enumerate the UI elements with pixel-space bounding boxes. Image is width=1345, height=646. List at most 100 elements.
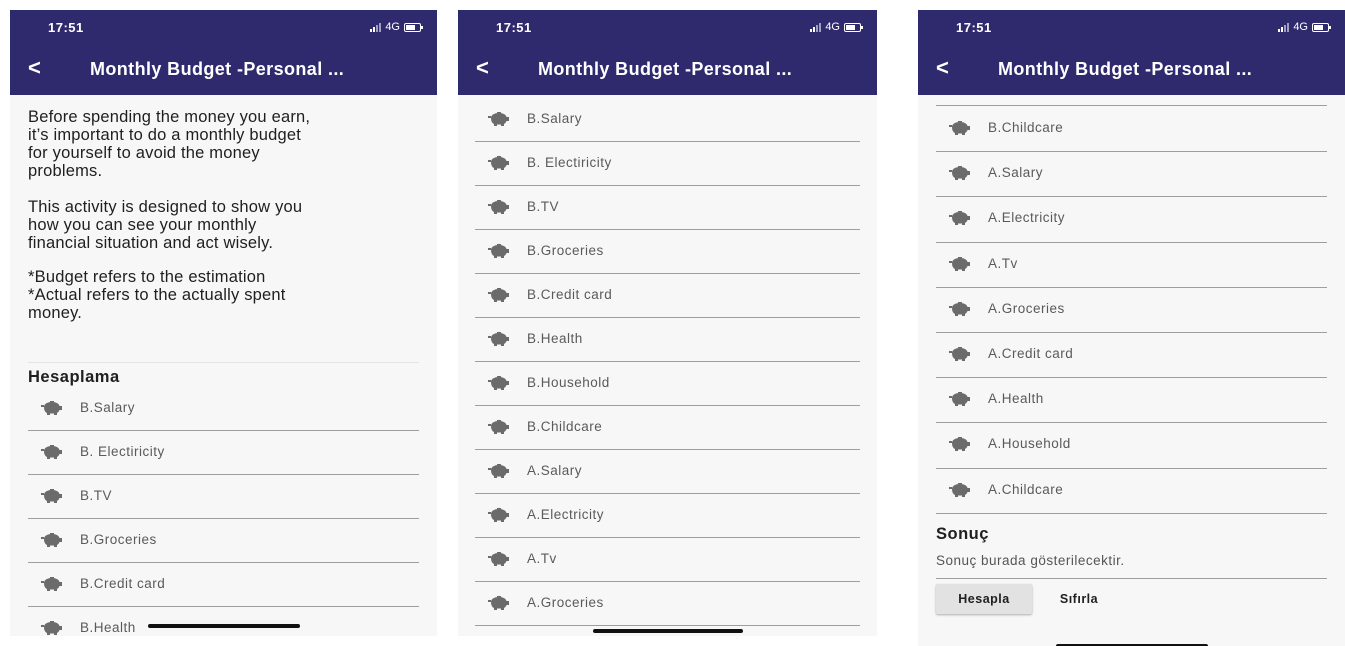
result-text: Sonuç burada gösterilecektir. [936,553,1125,568]
list-item[interactable]: A.Electricity [936,196,1327,243]
list-item-label: B.Household [527,375,610,390]
content-area[interactable]: Before spending the money you earn, it’s… [10,95,437,636]
back-arrow-icon[interactable]: < [936,57,949,79]
phone-screen-2: 17:51 4G < Monthly Budget -Personal ... … [458,10,877,636]
piggy-bank-icon [949,166,971,181]
battery-icon [1312,22,1331,32]
status-icons: 4G [1278,20,1331,34]
home-indicator [593,629,743,633]
intro-paragraph-1: Before spending the money you earn, it’s… [28,108,310,180]
list-item[interactable]: B.TV [475,185,860,230]
list-item[interactable]: A.Tv [475,537,860,582]
piggy-bank-icon [488,112,510,126]
piggy-bank-icon [488,200,510,214]
list-item-label: A.Household [988,436,1071,452]
signal-icon [810,22,822,32]
list-item[interactable]: B.Groceries [475,229,860,274]
piggy-bank-icon [949,437,971,452]
list-item-label: B.TV [80,488,113,503]
list-item[interactable]: A.Credit card [936,332,1327,379]
piggy-bank-icon [949,482,971,497]
list-item[interactable]: B.Health [28,606,419,636]
list-item[interactable]: B.Childcare [475,405,860,450]
back-arrow-icon[interactable]: < [476,57,489,79]
list-item-label: B.Health [527,331,583,346]
list-item-label: A.Salary [988,165,1044,181]
piggy-bank-icon [41,577,63,591]
intro-paragraph-2: This activity is designed to show you ho… [28,198,302,252]
piggy-bank-icon [41,489,63,503]
list-item-label: A.Tv [988,255,1018,271]
list-item-label: B. Electiricity [527,155,612,170]
list-item-label: A.Electricity [988,210,1066,226]
result-divider [936,578,1327,579]
piggy-bank-icon [488,376,510,390]
list-item-label: B.Credit card [527,287,613,302]
intro-line: This activity is designed to show you [28,198,303,216]
network-label: 4G [1293,21,1308,33]
intro-line: *Budget refers to the estimation [28,268,266,286]
content-area[interactable]: B.Childcare A.Salary A.Electricity A.Tv A.Gr… [918,95,1345,646]
piggy-bank-icon [488,464,510,478]
status-time: 17:51 [956,20,992,35]
list-item[interactable]: A.Health [936,377,1327,424]
list-item[interactable]: A.Electricity [475,493,860,538]
intro-line: financial situation and act wisely. [28,234,274,252]
list-item[interactable]: B. Electiricity [475,141,860,186]
list-item[interactable]: A.Groceries [475,581,860,626]
list-item[interactable]: B.Credit card [475,273,860,318]
content-area[interactable]: B.Salary B. Electiricity B.TV B.Groceries B.… [458,95,877,636]
piggy-bank-icon [949,301,971,316]
piggy-bank-icon [488,552,510,566]
list-item-label: A.Tv [527,551,557,566]
list-item[interactable]: B.Household [475,361,860,406]
app-bar: < Monthly Budget -Personal ... [458,43,877,95]
piggy-bank-icon [949,392,971,407]
list-item-label: B.Childcare [988,120,1064,135]
piggy-bank-icon [41,533,63,547]
list-item[interactable]: B.TV [28,474,419,519]
list-item[interactable]: A.Childcare [936,468,1327,514]
section-title-hesaplama: Hesaplama [28,368,120,386]
result-title: Sonuç [936,525,989,543]
piggy-bank-icon [41,445,63,459]
list-item[interactable]: B.Childcare [936,106,1327,153]
list-item-label: A.Health [988,391,1044,407]
reset-button[interactable]: Sıfırla [1044,584,1114,614]
section-divider [28,362,419,363]
list-item[interactable]: A.Salary [936,151,1327,198]
intro-line: how you can see your monthly [28,216,257,234]
intro-line: for yourself to avoid the money [28,144,260,162]
list-item[interactable]: B.Salary [28,386,419,431]
list-item[interactable]: A.Groceries [936,287,1327,333]
list-item[interactable]: A.Household [936,422,1327,469]
piggy-bank-icon [41,621,63,635]
intro-line: money. [28,304,83,322]
list-item[interactable]: B.Salary [475,97,860,142]
page-title: Monthly Budget -Personal ... [998,59,1253,79]
piggy-bank-icon [949,256,971,271]
list-item[interactable]: A.Salary [475,449,860,494]
page-title: Monthly Budget -Personal ... [538,59,793,79]
list-item[interactable]: A.Tv [936,242,1327,288]
list-item[interactable]: B.Credit card [28,562,419,607]
list-item[interactable]: B. Electiricity [28,430,419,475]
status-time: 17:51 [48,20,84,35]
list-item-label: B.Salary [527,111,583,126]
list-item-label: B.Groceries [527,243,604,258]
piggy-bank-icon [488,508,510,522]
app-bar: < Monthly Budget -Personal ... [10,43,437,95]
battery-icon [844,22,863,32]
list-item[interactable]: B.Groceries [28,518,419,563]
intro-line: *Actual refers to the actually spent [28,286,286,304]
list-item[interactable]: B.Health [475,317,860,362]
list-item-label: A.Groceries [988,300,1065,316]
back-arrow-icon[interactable]: < [28,57,41,79]
piggy-bank-icon [488,596,510,610]
status-icons: 4G [810,20,863,34]
page-title: Monthly Budget -Personal ... [90,59,345,79]
intro-line: Before spending the money you earn, [28,108,311,126]
piggy-bank-icon [488,332,510,346]
calculate-button[interactable]: Hesapla [936,584,1032,614]
piggy-bank-icon [949,121,971,135]
